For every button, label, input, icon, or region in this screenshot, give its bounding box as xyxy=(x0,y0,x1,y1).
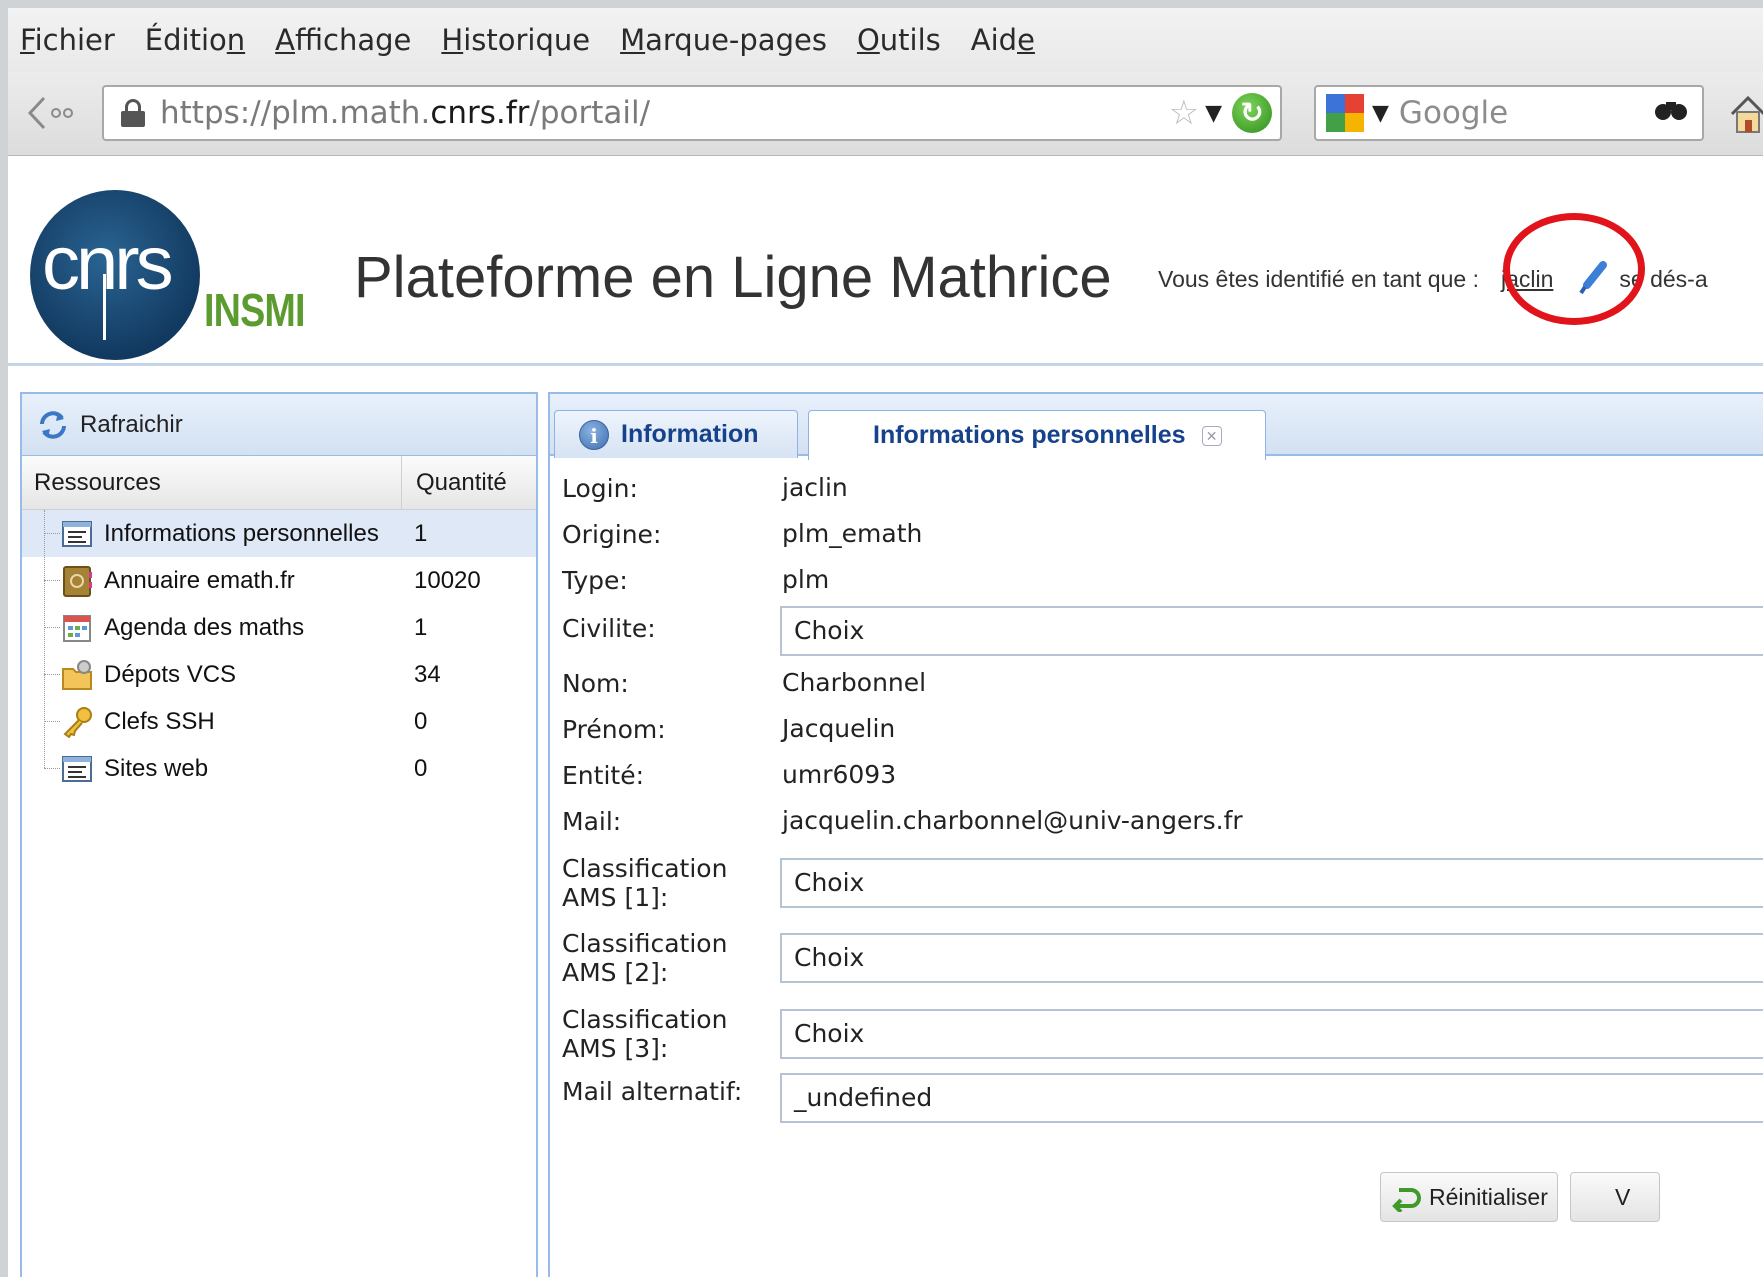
menu-affichage[interactable]: Affichage xyxy=(275,23,411,57)
mail-alternatif-input[interactable]: _undefined xyxy=(780,1073,1763,1123)
insmi-logo-text: INSMI xyxy=(204,284,305,336)
address-book-icon xyxy=(60,564,94,598)
page-header: cnrs INSMI Plateforme en Ligne Mathrice … xyxy=(8,156,1763,366)
entite-label: Entité: xyxy=(562,761,644,790)
reset-button[interactable]: Réinitialiser xyxy=(1380,1172,1558,1222)
tree-item-informations-personnelles[interactable]: Informations personnelles 1 xyxy=(22,510,536,557)
menu-outils[interactable]: Outils xyxy=(857,23,941,57)
column-header-quantity[interactable]: Quantité xyxy=(402,456,507,509)
chevron-down-icon[interactable]: ▼ xyxy=(1205,101,1222,126)
login-value: jaclin xyxy=(782,473,848,502)
info-icon: i xyxy=(579,419,609,450)
tab-informations-personnelles[interactable]: Informations personnelles ✕ xyxy=(808,410,1266,460)
resources-column-headers: Ressources Quantité xyxy=(22,456,536,510)
validate-button[interactable]: V xyxy=(1570,1172,1660,1222)
folder-icon xyxy=(60,658,94,692)
tree-item-annuaire[interactable]: Annuaire emath.fr 10020 xyxy=(22,557,536,604)
mail-label: Mail: xyxy=(562,807,622,836)
form-icon xyxy=(60,752,94,786)
column-header-resources[interactable]: Ressources xyxy=(22,456,402,509)
ams1-label-line2: AMS [1]: xyxy=(562,883,669,912)
tree-item-depots-vcs[interactable]: Dépots VCS 34 xyxy=(22,651,536,698)
search-bar[interactable]: ▼ Google xyxy=(1314,85,1704,141)
lock-icon xyxy=(120,99,146,127)
page-title: Plateforme en Ligne Mathrice xyxy=(354,245,1112,310)
resources-panel: Rafraichir Ressources Quantité Informati… xyxy=(20,392,538,1277)
details-panel: i Information Informations personnelles … xyxy=(548,392,1763,1277)
ams2-select[interactable]: Choix xyxy=(780,933,1763,983)
refresh-icon[interactable] xyxy=(36,408,70,442)
menu-fichier[interactable]: Fichier xyxy=(20,23,115,57)
nom-value: Charbonnel xyxy=(782,668,927,697)
entite-value: umr6093 xyxy=(782,760,897,789)
type-value: plm xyxy=(782,565,830,594)
undo-arrow-icon xyxy=(1391,1182,1421,1214)
home-icon[interactable] xyxy=(1728,92,1763,136)
prenom-value: Jacquelin xyxy=(782,714,896,743)
browser-window: Fichier Édition Affichage Historique Mar… xyxy=(8,8,1763,1277)
mail-alternatif-label: Mail alternatif: xyxy=(562,1077,743,1106)
back-button[interactable] xyxy=(22,90,76,136)
close-icon[interactable]: ✕ xyxy=(1201,425,1222,446)
menu-historique[interactable]: Historique xyxy=(441,23,590,57)
navigation-toolbar: https://plm.math.cnrs.fr/portail/ ☆ ▼ ↻ … xyxy=(8,72,1763,156)
menu-aide[interactable]: Aide xyxy=(971,23,1035,57)
tab-strip: i Information Informations personnelles … xyxy=(550,394,1763,460)
chevron-down-icon[interactable]: ▼ xyxy=(1372,101,1389,126)
mail-value: jacquelin.charbonnel@univ-angers.fr xyxy=(782,806,1243,835)
prenom-label: Prénom: xyxy=(562,715,666,744)
key-icon xyxy=(60,705,94,739)
search-placeholder: Google xyxy=(1398,95,1509,131)
civilite-select[interactable]: Choix xyxy=(780,606,1763,656)
bookmark-star-icon[interactable]: ☆ xyxy=(1169,93,1199,133)
tree-item-clefs-ssh[interactable]: Clefs SSH 0 xyxy=(22,698,536,745)
tab-information[interactable]: i Information xyxy=(554,410,798,458)
menu-bar: Fichier Édition Affichage Historique Mar… xyxy=(8,8,1763,72)
refresh-button[interactable]: Rafraichir xyxy=(80,411,183,439)
resources-toolbar: Rafraichir xyxy=(22,394,536,456)
type-label: Type: xyxy=(562,566,628,595)
civilite-label: Civilite: xyxy=(562,614,656,643)
cnrs-logo: cnrs xyxy=(30,190,200,360)
origine-value: plm_emath xyxy=(782,519,923,548)
url-text: https://plm.math.cnrs.fr/portail/ xyxy=(160,95,651,131)
nom-label: Nom: xyxy=(562,669,629,698)
back-arrow-icon xyxy=(27,96,73,130)
ams3-select[interactable]: Choix xyxy=(780,1009,1763,1059)
ams3-label-line2: AMS [3]: xyxy=(562,1034,669,1063)
tree-item-agenda[interactable]: Agenda des maths 1 xyxy=(22,604,536,651)
highlight-circle xyxy=(1503,213,1645,325)
form-icon xyxy=(60,517,94,551)
reload-icon[interactable]: ↻ xyxy=(1232,93,1272,133)
ams1-select[interactable]: Choix xyxy=(780,858,1763,908)
login-label: Login: xyxy=(562,474,638,503)
calendar-icon xyxy=(60,611,94,645)
ams2-label-line2: AMS [2]: xyxy=(562,958,669,987)
binoculars-icon[interactable] xyxy=(1654,98,1688,129)
google-icon[interactable] xyxy=(1326,94,1364,132)
origine-label: Origine: xyxy=(562,520,662,549)
menu-edition[interactable]: Édition xyxy=(145,23,245,57)
tree-item-sites-web[interactable]: Sites web 0 xyxy=(22,745,536,792)
url-bar[interactable]: https://plm.math.cnrs.fr/portail/ ☆ ▼ ↻ xyxy=(102,85,1282,141)
resources-tree: Informations personnelles 1 Annuaire ema… xyxy=(22,510,536,792)
menu-marque-pages[interactable]: Marque-pages xyxy=(620,23,827,57)
identity-text: Vous êtes identifié en tant que : xyxy=(1158,265,1479,292)
